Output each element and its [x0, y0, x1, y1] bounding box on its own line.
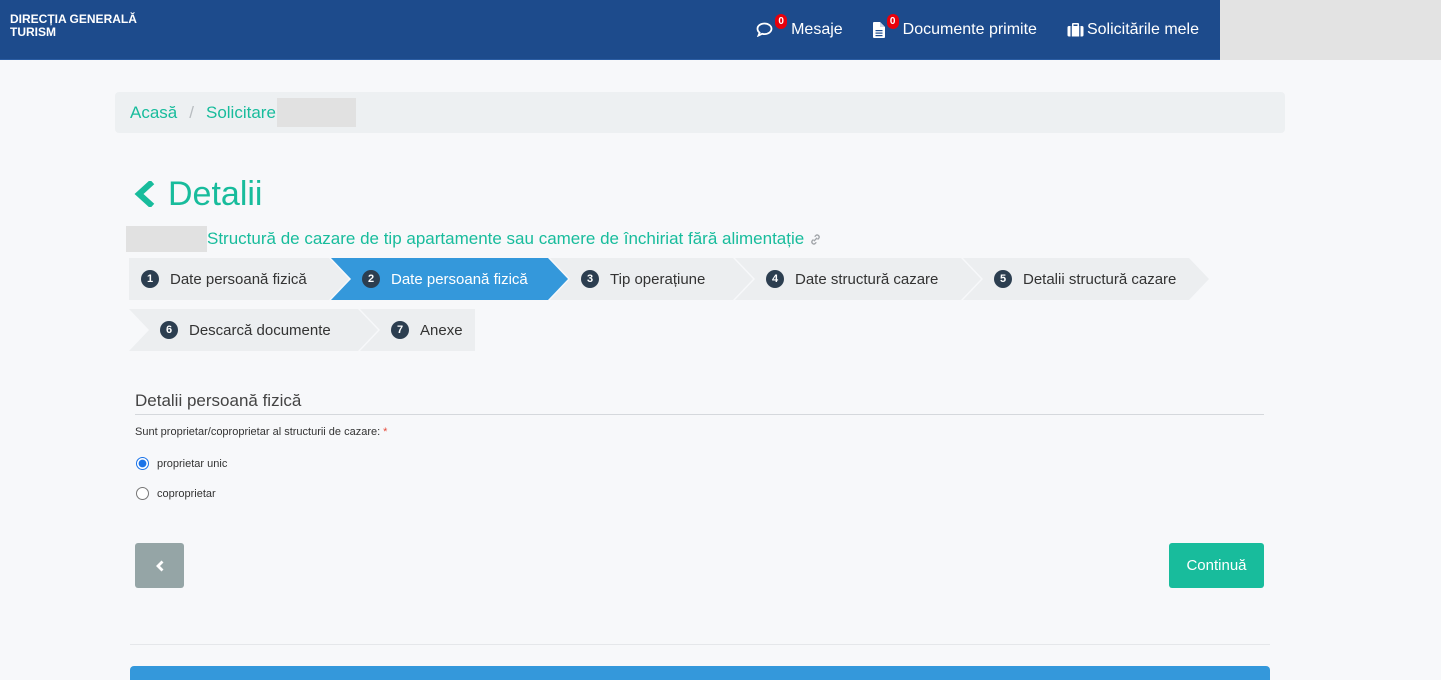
required-mark: *	[383, 426, 388, 438]
section-title: Detalii persoană fizică	[135, 391, 1264, 415]
breadcrumb-separator: /	[189, 102, 194, 122]
co-owner-radio[interactable]	[136, 487, 149, 500]
redacted-user-area	[1220, 0, 1441, 60]
step-label: Detalii structură cazare	[1023, 270, 1177, 288]
steps-row-2: 6 Descarcă documente 7 Anexe	[129, 309, 1211, 351]
step-number: 5	[994, 270, 1012, 288]
step-6[interactable]: 6 Descarcă documente	[129, 309, 380, 351]
step-4[interactable]: 4 Date structură cazare	[735, 258, 983, 300]
nav-messages[interactable]: 0 Mesaje	[756, 14, 843, 39]
breadcrumb-current[interactable]: Solicitare	[206, 103, 276, 123]
step-label: Date structură cazare	[795, 270, 939, 288]
document-icon	[872, 21, 885, 38]
nav-my-requests-label: Solicitările mele	[1086, 20, 1199, 38]
bottom-info-bar	[130, 666, 1270, 680]
nav-messages-label: Mesaje	[791, 20, 843, 38]
brand-line-2: TURISM	[10, 25, 56, 39]
sole-owner-label: proprietar unic	[157, 457, 228, 470]
step-3[interactable]: 3 Tip operațiune	[550, 258, 755, 300]
step-number: 6	[160, 321, 178, 339]
page-title-text: Detalii	[168, 175, 263, 213]
nav-menu: 0 Mesaje 0 Documente primite Solicităril…	[756, 0, 1220, 59]
step-label: Tip operațiune	[610, 270, 706, 288]
nav-documents[interactable]: 0 Documente primite	[872, 14, 1037, 39]
option-sole-owner[interactable]: proprietar unic	[135, 457, 227, 470]
link-icon[interactable]	[809, 233, 822, 246]
step-label: Date persoană fizică	[391, 270, 528, 288]
chevron-left-icon	[155, 560, 165, 572]
chevron-left-icon[interactable]	[133, 181, 155, 207]
brand-logo-text[interactable]: DIRECȚIA GENERALĂ TURISM	[10, 13, 137, 39]
ownership-question-label: Sunt proprietar/coproprietar al structur…	[135, 426, 381, 438]
continue-button[interactable]: Continuă	[1169, 543, 1264, 588]
briefcase-icon	[1067, 22, 1084, 37]
step-number: 3	[581, 270, 599, 288]
breadcrumb-home-link[interactable]: Acasă	[130, 103, 177, 123]
wizard-steps: 1 Date persoană fizică 2 Date persoană f…	[129, 258, 1211, 360]
request-subtitle: Structură de cazare de tip apartamente s…	[126, 226, 822, 252]
co-owner-label: coproprietar	[157, 487, 216, 500]
step-number: 4	[766, 270, 784, 288]
messages-badge: 0	[775, 14, 788, 29]
ownership-question: Sunt proprietar/coproprietar al structur…	[135, 426, 387, 438]
divider	[130, 644, 1270, 645]
breadcrumb: Acasă / Solicitare	[115, 92, 1285, 133]
step-number: 7	[391, 321, 409, 339]
breadcrumb-redacted	[276, 98, 356, 127]
top-navbar: DIRECȚIA GENERALĂ TURISM 0 Mesaje 0 Docu…	[0, 0, 1441, 60]
step-number: 1	[141, 270, 159, 288]
step-number: 2	[362, 270, 380, 288]
comment-icon	[756, 22, 773, 37]
sole-owner-radio[interactable]	[136, 457, 149, 470]
step-label: Anexe	[420, 321, 463, 339]
steps-row-1: 1 Date persoană fizică 2 Date persoană f…	[129, 258, 1211, 300]
step-label: Descarcă documente	[189, 321, 331, 339]
step-2[interactable]: 2 Date persoană fizică	[331, 258, 570, 300]
back-button[interactable]	[135, 543, 184, 588]
nav-my-requests[interactable]: Solicitările mele	[1067, 21, 1199, 39]
nav-documents-label: Documente primite	[902, 20, 1037, 38]
page-title: Detalii	[133, 174, 262, 214]
option-co-owner[interactable]: coproprietar	[135, 487, 216, 500]
step-5[interactable]: 5 Detalii structură cazare	[963, 258, 1211, 300]
step-1[interactable]: 1 Date persoană fizică	[129, 258, 351, 300]
step-label: Date persoană fizică	[170, 270, 307, 288]
subtitle-text: Structură de cazare de tip apartamente s…	[207, 229, 805, 248]
subtitle-redacted	[126, 226, 207, 252]
documents-badge: 0	[886, 14, 899, 29]
